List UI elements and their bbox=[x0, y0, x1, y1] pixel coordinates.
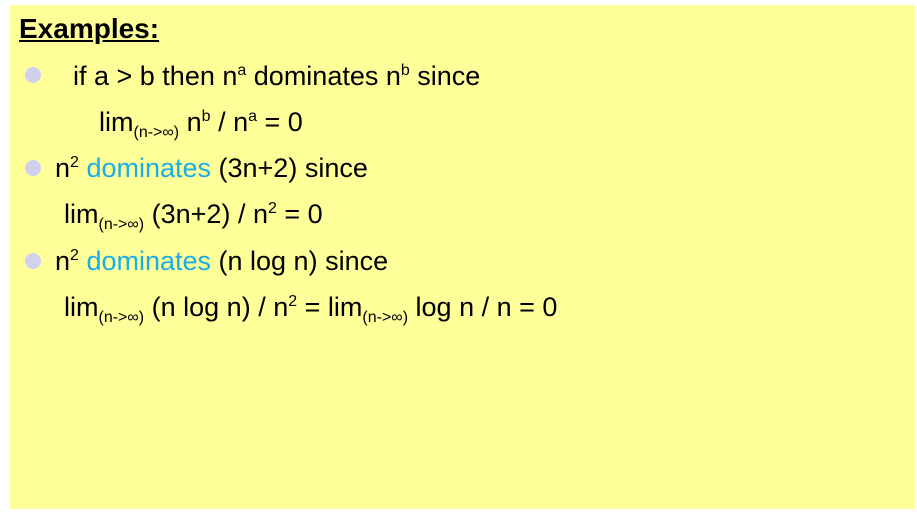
text-run: lim bbox=[64, 292, 99, 322]
example-1-statement: if a > b then na dominates nb since bbox=[73, 60, 480, 92]
text-run: log n / n = 0 bbox=[408, 292, 558, 322]
bullet-icon bbox=[25, 67, 41, 83]
text-run: dominates n bbox=[246, 61, 401, 91]
example-2-statement: n2 dominates (3n+2) since bbox=[55, 152, 368, 184]
superscript: a bbox=[237, 62, 247, 79]
text-run: / n bbox=[210, 107, 249, 137]
superscript: a bbox=[248, 108, 258, 125]
example-2-limit: lim(n->∞) (3n+2) / n2 = 0 bbox=[64, 198, 323, 233]
text-run: n bbox=[179, 107, 202, 137]
example-3-statement: n2 dominates (n log n) since bbox=[55, 245, 388, 277]
subscript: (n->∞) bbox=[98, 309, 145, 326]
subscript: (n->∞) bbox=[98, 216, 145, 233]
text-run: (3n+2) / n bbox=[144, 199, 268, 229]
text-run: (3n+2) since bbox=[211, 153, 368, 183]
text-run: if a > b then n bbox=[73, 61, 238, 91]
subscript: (n->∞) bbox=[362, 309, 409, 326]
superscript: b bbox=[400, 62, 410, 79]
text-run: = lim bbox=[297, 292, 363, 322]
example-1-limit: lim(n->∞) nb / na = 0 bbox=[99, 106, 303, 141]
subscript: (n->∞) bbox=[133, 124, 180, 141]
text-run: n bbox=[55, 246, 71, 276]
bullet-icon bbox=[25, 253, 41, 269]
text-run: n bbox=[55, 153, 71, 183]
bullet-icon bbox=[25, 160, 41, 176]
text-run: lim bbox=[99, 107, 134, 137]
dominates-term: dominates bbox=[78, 153, 212, 183]
text-run: = 0 bbox=[276, 199, 323, 229]
text-run: lim bbox=[64, 199, 99, 229]
dominates-term: dominates bbox=[78, 246, 212, 276]
slide-title: Examples: bbox=[19, 13, 160, 44]
example-3-limit: lim(n->∞) (n log n) / n2 = lim(n->∞) log… bbox=[64, 291, 558, 326]
superscript: b bbox=[201, 108, 211, 125]
superscript: 2 bbox=[70, 247, 79, 264]
superscript: 2 bbox=[70, 154, 79, 171]
text-run: = 0 bbox=[257, 107, 303, 137]
text-run: (n log n) since bbox=[211, 246, 389, 276]
superscript: 2 bbox=[288, 293, 298, 310]
superscript: 2 bbox=[267, 200, 277, 217]
text-run: (n log n) / n bbox=[144, 292, 289, 322]
text-run: since bbox=[409, 61, 481, 91]
